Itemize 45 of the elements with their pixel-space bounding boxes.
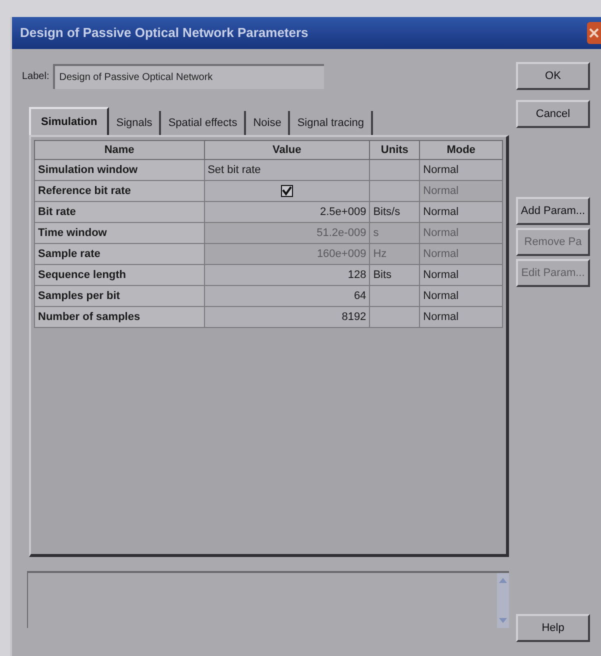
table-cell: Set bit rate [204,160,370,180]
table-cell: 51.2e-009 [204,222,370,244]
table-cell: Bit rate [34,202,204,222]
table-cell: Hz [370,244,420,264]
table-cell: 160e+009 [204,244,370,264]
table-cell: Reference bit rate [34,180,204,202]
table-cell: Bits [370,264,420,286]
label-caption: Label: [22,70,50,84]
table-cell: Normal [420,160,502,180]
table-cell: Sample rate [34,244,204,264]
column-header[interactable]: Name [34,140,204,160]
scrollbar[interactable] [497,573,509,628]
close-button[interactable] [587,22,601,44]
table-cell: 2.5e+009 [204,202,370,222]
table-cell: Normal [420,264,502,286]
window-title: Design of Passive Optical Network Parameters [20,24,308,42]
tab[interactable]: Simulation [29,107,110,135]
close-icon [589,28,599,38]
dialog-button[interactable]: Add Param... [516,197,590,225]
scroll-down-icon[interactable] [499,618,507,624]
table-cell: Bits/s [370,202,420,222]
scroll-up-icon[interactable] [499,577,507,583]
table-cell: Number of samples [34,306,204,328]
table-cell: Time window [34,222,204,244]
checkbox[interactable] [280,184,293,197]
dialog-button[interactable]: Cancel [516,100,590,128]
table-cell: 64 [204,286,370,306]
column-header[interactable]: Mode [420,140,502,160]
dialog-button[interactable]: OK [516,62,590,90]
table-cell: Sequence length [34,264,204,286]
table-cell: Normal [420,244,502,264]
table-cell: Normal [420,202,502,222]
table-cell: Normal [420,180,502,202]
table-cell: 8192 [204,306,370,328]
label-field[interactable]: Design of Passive Optical Network [53,64,324,89]
table-cell: Normal [420,306,502,328]
table-cell: Normal [420,286,502,306]
dialog-button[interactable]: Help [516,614,590,642]
column-header[interactable]: Units [370,140,420,160]
table-cell: 128 [204,264,370,286]
table-cell: Simulation window [34,160,204,180]
table-cell: s [370,222,420,244]
table-cell: Normal [420,222,502,244]
column-header[interactable]: Value [204,140,370,160]
table-cell: Samples per bit [34,286,204,306]
